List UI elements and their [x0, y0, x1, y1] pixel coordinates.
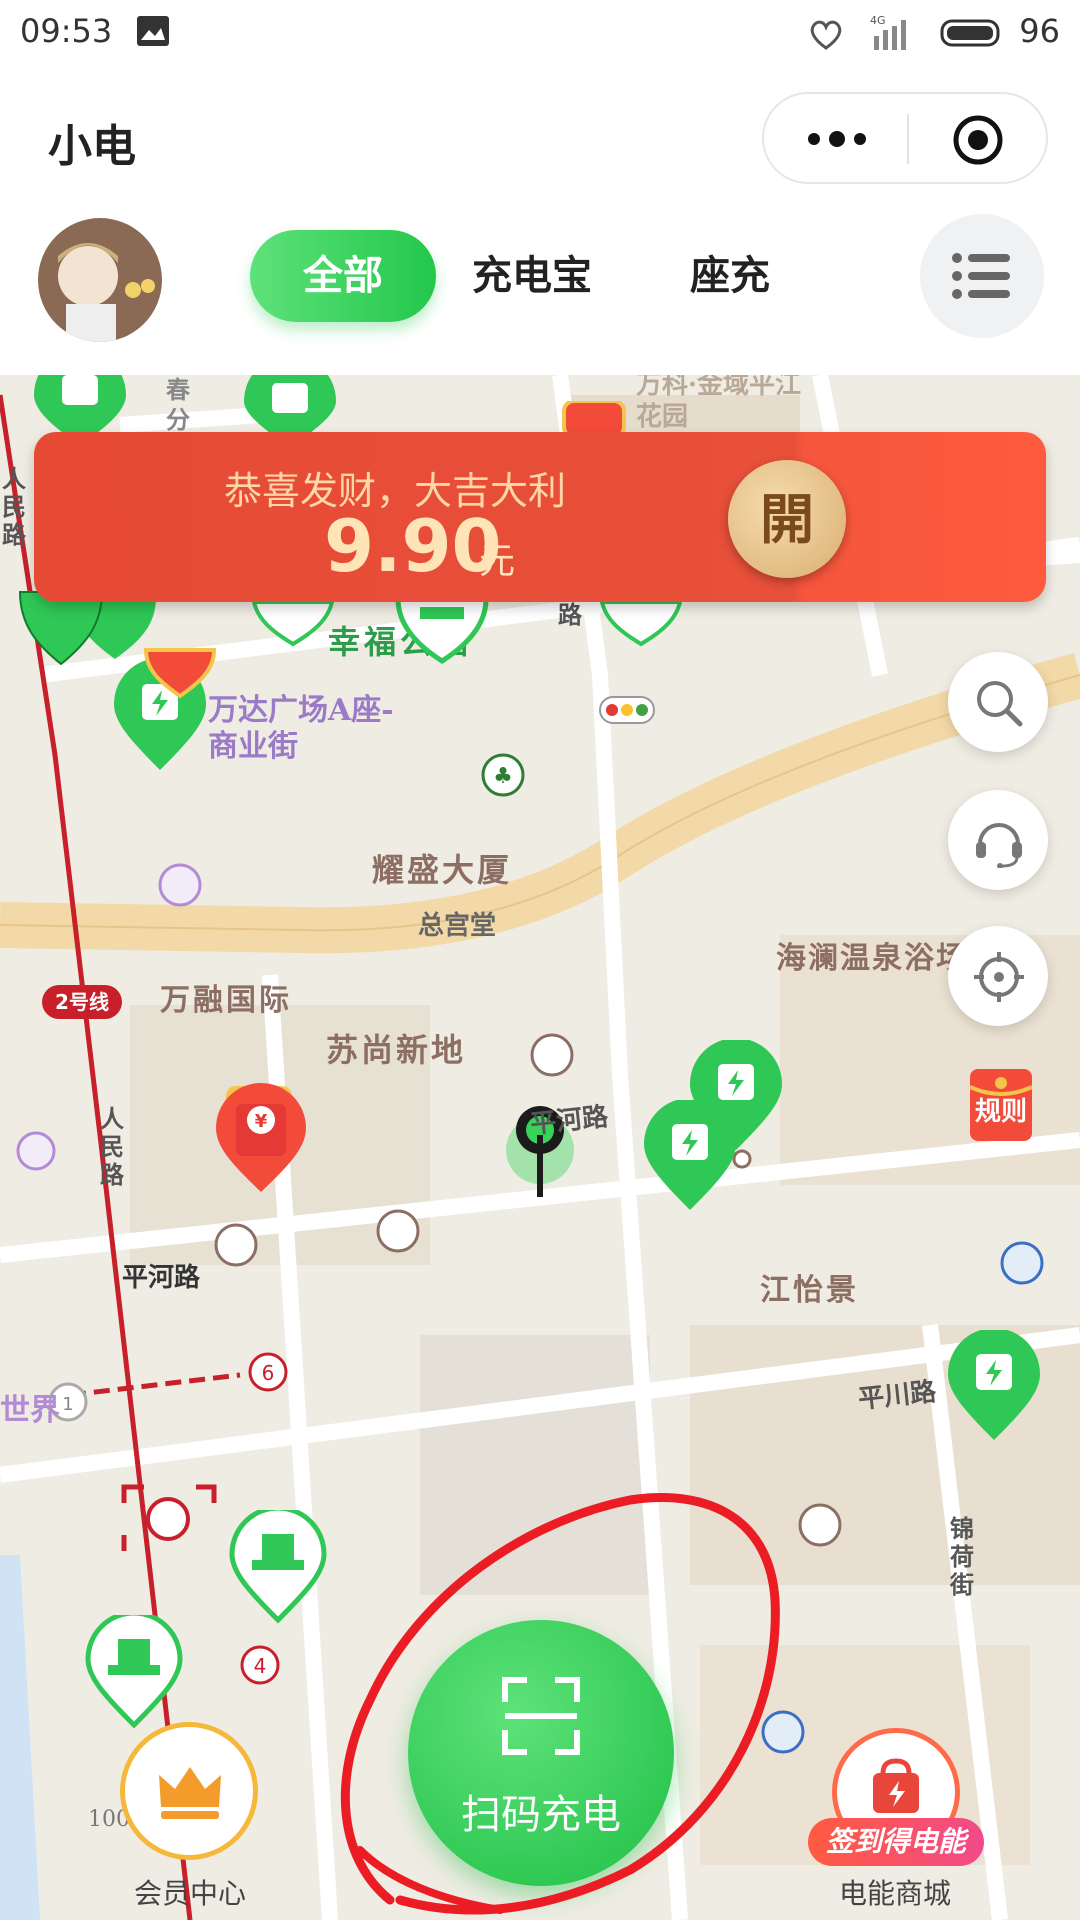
route-6: 6 [262, 1361, 275, 1385]
red-envelope-pin[interactable] [140, 640, 220, 700]
status-time: 09:53 [20, 12, 113, 50]
rules-label[interactable]: 规则 [966, 1091, 1036, 1128]
desk-charger-pin[interactable] [228, 1510, 328, 1630]
list-view-button[interactable] [920, 214, 1044, 338]
map-label-spa: 海澜温泉浴场 [776, 941, 968, 976]
tab-desk-charger[interactable]: 座充 [660, 230, 800, 322]
red-envelope-pin[interactable]: ¥ [206, 1080, 316, 1200]
member-center-label[interactable]: 会员中心 [100, 1872, 280, 1912]
metro-line-label: 2号线 [55, 990, 109, 1014]
road-label-pinghe-2: 平河路 [122, 1263, 201, 1293]
energy-mall-label[interactable]: 电能商城 [800, 1872, 990, 1912]
network-type: 4G [870, 14, 886, 27]
station-pin[interactable] [16, 590, 106, 670]
road-label-renmin: 人民路 [100, 1104, 124, 1189]
desk-charger-pin[interactable] [392, 597, 492, 667]
red-envelope-banner[interactable]: 恭喜发财，大吉大利 9.90 元 開 [34, 432, 1046, 602]
headset-icon [976, 823, 1022, 868]
road-label-jinhe: 锦荷街 [950, 1514, 974, 1599]
station-pin[interactable] [248, 600, 338, 650]
tab-all[interactable]: 全部 [250, 230, 436, 322]
locate-icon [974, 952, 1024, 1002]
crown-icon [159, 1767, 221, 1819]
tab-power-bank[interactable]: 充电宝 [462, 230, 602, 322]
search-button[interactable] [948, 652, 1048, 752]
close-miniprogram-icon[interactable] [952, 114, 1004, 166]
search-icon [977, 681, 1023, 727]
signal-icon: 4G [870, 14, 906, 50]
locate-button[interactable] [948, 926, 1048, 1026]
banner-amount: 9.90 [324, 504, 502, 588]
road-label-renmin-2: 人民路 [2, 464, 26, 549]
title-bar: 小电 [0, 70, 1080, 200]
map-label-world: 世界 [0, 1393, 60, 1428]
app-title: 小电 [48, 121, 136, 172]
desk-charger-pin[interactable] [84, 1615, 184, 1735]
station-pin[interactable] [596, 600, 686, 650]
map-label-newland: 苏尚新地 [326, 1031, 467, 1069]
tab-row: 全部 充电宝 座充 [0, 200, 1080, 375]
map-label-topleft: 春分 [166, 375, 190, 434]
shopping-bag-icon [873, 1758, 919, 1813]
miniprogram-capsule [762, 92, 1048, 184]
svg-text:¥: ¥ [255, 1111, 268, 1132]
status-bar: 09:53 4G 96 [0, 0, 1080, 70]
more-icon[interactable] [802, 124, 872, 154]
battery-icon [940, 19, 1000, 47]
open-envelope-button[interactable]: 開 [728, 460, 846, 578]
image-notification-icon [137, 16, 169, 46]
customer-service-button[interactable] [948, 790, 1048, 890]
list-icon [952, 253, 1010, 299]
map-label-mall: 万达广场A座-商业街 [208, 693, 394, 764]
map-label-building: 耀盛大厦 [372, 851, 513, 889]
heart-icon [810, 20, 842, 50]
map-label-intl: 万融国际 [160, 983, 292, 1018]
avatar[interactable] [38, 218, 162, 342]
station-pin[interactable] [640, 1100, 740, 1220]
map-label-scenic: 江怡景 [760, 1273, 859, 1308]
svg-text:♣: ♣ [493, 764, 513, 789]
map-label-hall: 总宫堂 [418, 911, 497, 941]
checkin-badge[interactable]: 签到得电能 [808, 1818, 984, 1866]
station-pin[interactable] [944, 1330, 1044, 1450]
banner-unit: 元 [479, 541, 516, 582]
route-1: 1 [62, 1394, 73, 1415]
member-center-button[interactable] [120, 1722, 258, 1860]
route-4: 4 [254, 1654, 267, 1678]
battery-level: 96 [1019, 12, 1060, 50]
map-label-estate: 万科·金域平江花园 [636, 375, 802, 432]
hand-drawn-circle-annotation [340, 1493, 780, 1915]
capsule-divider [907, 114, 909, 164]
